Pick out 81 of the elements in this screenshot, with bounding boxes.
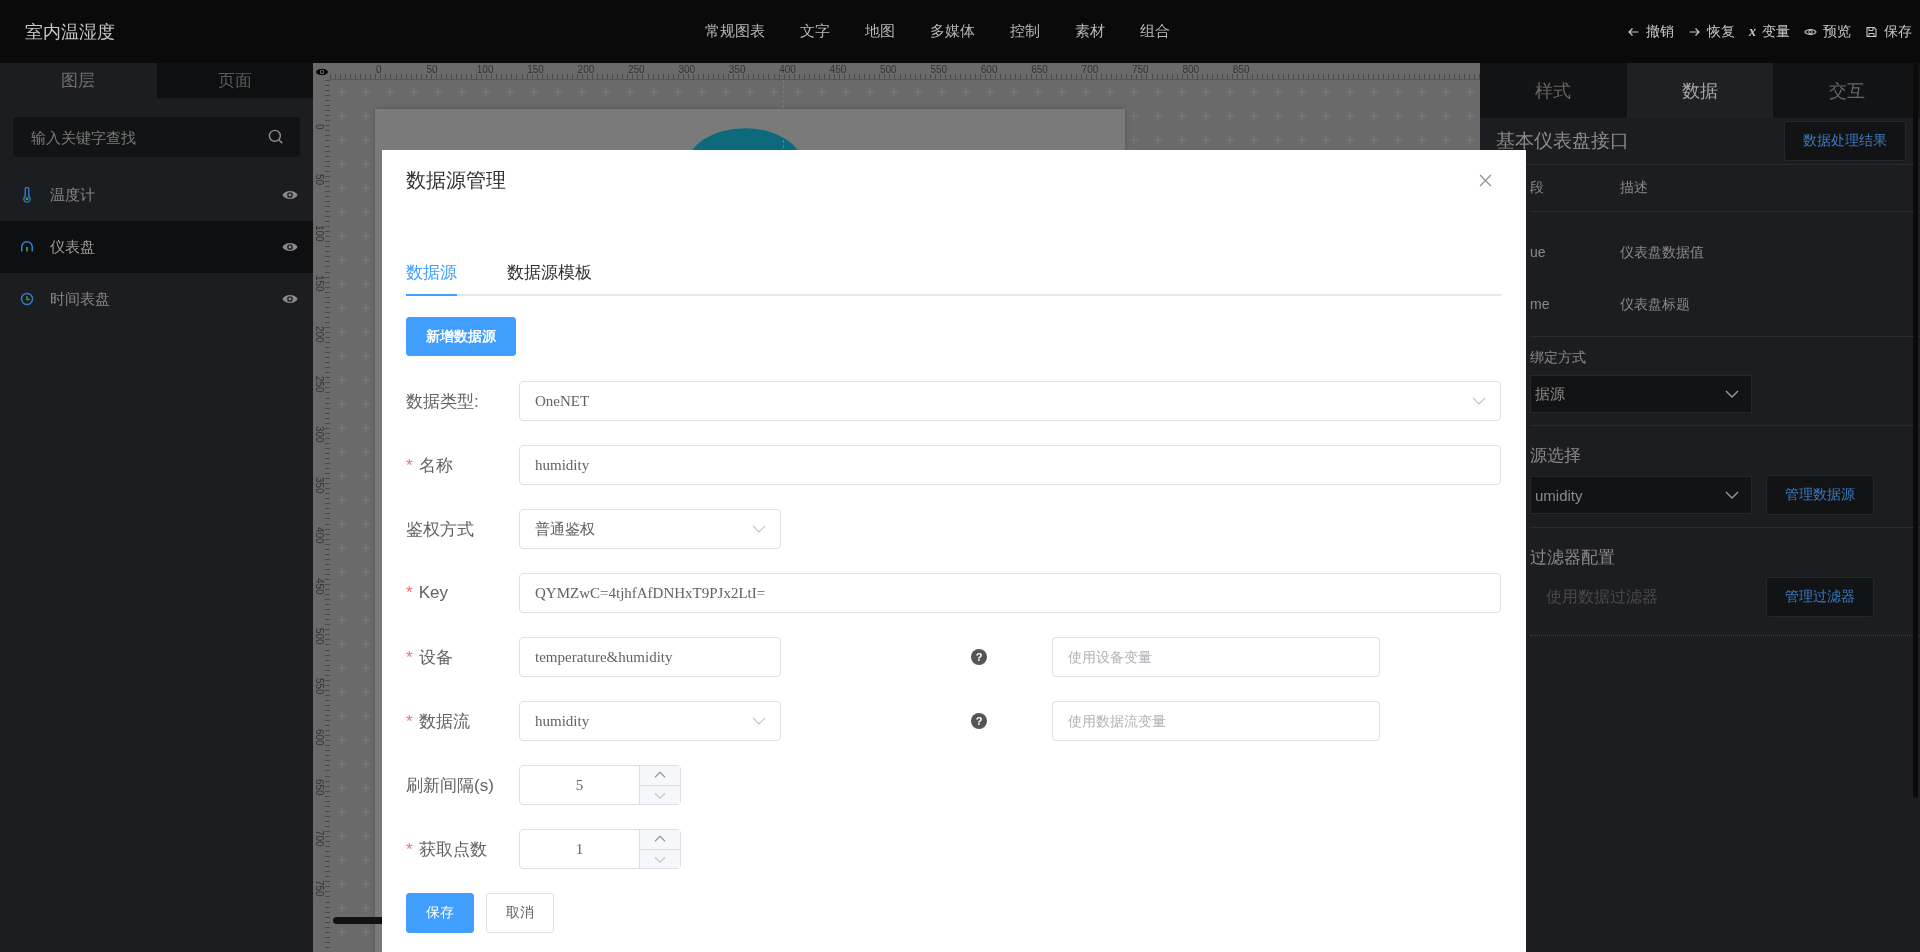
required-mark: * — [406, 711, 413, 731]
eye-icon[interactable] — [281, 241, 299, 253]
form-label: 获取点数 — [418, 839, 487, 859]
menu-item[interactable]: 素材 — [1070, 22, 1110, 41]
menu-item[interactable]: 组合 — [1135, 22, 1175, 41]
layer-name: 时间表盘 — [50, 289, 111, 309]
field-name: ue — [1530, 244, 1547, 262]
layer-item[interactable]: 仪表盘 — [0, 221, 313, 273]
form-label: Key — [418, 583, 448, 602]
form-label: 数据流 — [418, 711, 470, 731]
dialog-tab[interactable]: 数据源模板 — [507, 250, 592, 296]
select-field[interactable]: OneNET — [519, 381, 1501, 421]
section-label: 过滤器配置 — [1530, 547, 1616, 569]
eye-icon[interactable] — [281, 189, 299, 201]
required-mark: * — [406, 455, 413, 475]
menu-item[interactable]: 地图 — [860, 22, 900, 41]
input-field[interactable]: humidity — [519, 445, 1501, 485]
variable-icon: x — [1749, 23, 1756, 40]
eye-icon[interactable] — [314, 66, 329, 77]
dialog-title: 数据源管理 — [406, 167, 506, 193]
arrow-right-icon — [1688, 25, 1701, 38]
field-description: 仪表盘数据值 — [1620, 244, 1704, 262]
layer-name: 仪表盘 — [50, 237, 96, 257]
dialog-button[interactable]: 取消 — [486, 893, 554, 933]
binding-select[interactable]: 据源 — [1530, 375, 1752, 413]
input-field[interactable]: 使用数据流变量 — [1052, 701, 1380, 741]
menu-item[interactable]: 文字 — [795, 22, 835, 41]
number-field[interactable]: 5 — [519, 765, 681, 805]
thermometer-icon — [20, 187, 34, 203]
column-header: 描述 — [1620, 179, 1648, 197]
app-title: 室内温湿度 — [25, 21, 115, 42]
field-name: me — [1530, 296, 1551, 314]
toolbar-button[interactable]: 保存 — [1865, 22, 1912, 41]
chevron-down-icon — [1725, 491, 1739, 499]
search-field[interactable]: 输入关键字查找 — [13, 117, 300, 157]
chevron-down-icon — [1472, 397, 1486, 405]
required-mark: * — [406, 839, 413, 859]
form-label: 刷新间隔(s) — [406, 775, 494, 795]
panel-tab[interactable]: 数据 — [1626, 63, 1774, 118]
menu-item[interactable]: 多媒体 — [925, 22, 980, 41]
chevron-down-icon — [752, 525, 766, 533]
chevron-down-icon — [752, 717, 766, 725]
form-label: 鉴权方式 — [406, 519, 474, 539]
toolbar-button[interactable]: 撤销 — [1627, 22, 1674, 41]
section-label: 源选择 — [1530, 445, 1582, 467]
select-field[interactable]: 普通鉴权 — [519, 509, 781, 549]
close-icon[interactable] — [1479, 173, 1492, 187]
help-icon[interactable]: ? — [971, 713, 987, 729]
input-field[interactable]: temperature&humidity — [519, 637, 781, 677]
result-button[interactable]: 数据处理结果 — [1784, 121, 1906, 161]
toolbar-button[interactable]: x 变量 — [1749, 22, 1790, 41]
field-label: 绑定方式 — [1530, 349, 1587, 367]
help-icon[interactable]: ? — [971, 649, 987, 665]
layer-item[interactable]: 时间表盘 — [0, 273, 313, 325]
chevron-down-icon — [1725, 390, 1739, 398]
source-select[interactable]: umidity — [1530, 476, 1752, 514]
form-label: 名称 — [418, 455, 453, 475]
save-icon — [1865, 25, 1878, 38]
section-title: 基本仪表盘接口 — [1496, 129, 1629, 153]
toolbar-button[interactable]: 恢复 — [1688, 22, 1735, 41]
menu-item[interactable]: 控制 — [1005, 22, 1045, 41]
scrollbar-thumb[interactable] — [1913, 63, 1918, 798]
manage-sources-button[interactable]: 管理数据源 — [1766, 475, 1874, 515]
search-icon — [268, 129, 284, 145]
select-field[interactable]: humidity — [519, 701, 781, 741]
number-field[interactable]: 1 — [519, 829, 681, 869]
layer-item[interactable]: 温度计 — [0, 169, 313, 221]
input-field[interactable]: 使用设备变量 — [1052, 637, 1380, 677]
required-mark: * — [406, 583, 413, 602]
column-header: 段 — [1530, 179, 1545, 197]
menu-item[interactable]: 常规图表 — [700, 22, 770, 41]
required-mark: * — [406, 647, 413, 667]
input-field[interactable]: QYMZwC=4tjhfAfDNHxT9PJx2LtI= — [519, 573, 1501, 613]
form-label: 设备 — [418, 647, 453, 667]
arrow-left-icon — [1627, 25, 1640, 38]
eye-icon[interactable] — [281, 293, 299, 305]
form-label: 数据类型: — [406, 391, 479, 411]
clock-icon — [20, 291, 34, 307]
field-description: 仪表盘标题 — [1620, 296, 1690, 314]
layer-name: 温度计 — [50, 185, 96, 205]
toolbar-button[interactable]: 预览 — [1804, 22, 1851, 41]
